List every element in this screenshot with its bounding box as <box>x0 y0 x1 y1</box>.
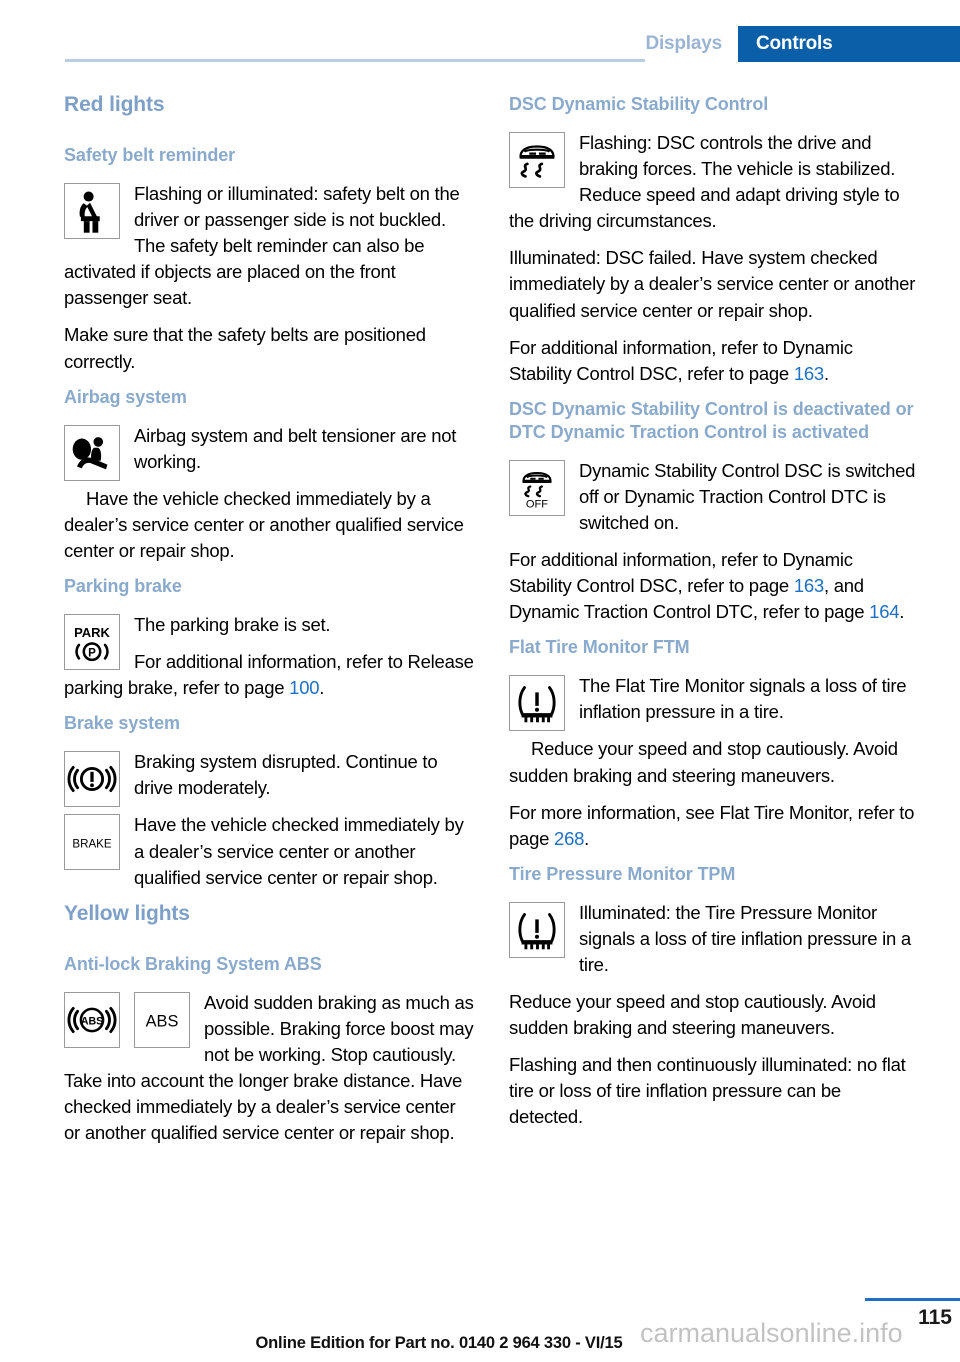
left-column: Red lights Safety belt reminder Flashing… <box>64 93 474 1157</box>
subsection-heading-ftm: Flat Tire Monitor FTM <box>509 637 690 658</box>
dsc-off-paragraph-1: Dynamic Stability Control DSC is switche… <box>579 459 916 533</box>
brake-system-block: Braking system disrupted. Continue to dr… <box>64 749 474 901</box>
subsection-heading-safety-belt: Safety belt reminder <box>64 145 236 165</box>
tpm-paragraph-3: Flashing and then continuously illuminat… <box>509 1054 906 1128</box>
subsection-heading-parking-brake: Parking brake <box>64 576 182 596</box>
tab-controls[interactable]: Controls <box>738 26 960 62</box>
abs-circle-icon: ABS <box>64 991 120 1048</box>
footer-divider-rule <box>865 1298 960 1301</box>
page-ref-164[interactable]: 164 <box>869 601 899 622</box>
dsc-paragraph-3: For additional information, refer to Dyn… <box>509 335 919 387</box>
parking-brake-block: PARK P The parking brake is set. For add… <box>64 612 474 712</box>
ftm-paragraph-1: The Flat Tire Monitor signals a loss of … <box>579 675 907 723</box>
svg-text:BRAKE: BRAKE <box>72 839 111 851</box>
abs-text-icon: ABS <box>134 991 190 1048</box>
right-column: DSC Dynamic Stability Control Flashing: … <box>509 93 919 1157</box>
tab-displays[interactable]: Displays <box>645 26 738 62</box>
airbag-paragraph-2: Have the vehicle checked immediately by … <box>64 487 464 561</box>
page-ref-100[interactable]: 100 <box>289 677 319 698</box>
airbag-paragraph-1: Airbag system and belt tensioner are not… <box>134 424 457 472</box>
page-number: 115 <box>918 1306 952 1329</box>
section-heading-yellow-lights: Yellow lights <box>64 901 190 925</box>
subsection-heading-dsc-off: DSC Dynamic Stability Control is deactiv… <box>509 398 914 442</box>
subsection-heading-brake-system: Brake system <box>64 713 180 734</box>
dsc-paragraph-1: Flashing: DSC controls the drive and bra… <box>509 132 900 232</box>
page-footer: 115 Online Edition for Part no. 0140 2 9… <box>0 1272 960 1362</box>
ftm-paragraph-2: Reduce your speed and stop cautiously. A… <box>509 738 898 786</box>
page-ref-163-b[interactable]: 163 <box>794 575 824 596</box>
brake-warning-icon <box>64 751 120 808</box>
seatbelt-reminder-icon <box>64 183 120 240</box>
subsection-heading-abs: Anti-lock Braking System ABS <box>64 953 322 974</box>
page-ref-268[interactable]: 268 <box>554 828 584 849</box>
safety-belt-paragraph-1: Flashing or illuminated: safety belt on … <box>64 183 460 309</box>
subsection-heading-dsc: DSC Dynamic Stability Control <box>509 94 769 114</box>
airbag-block: Airbag system and belt tensioner are not… <box>64 423 474 575</box>
abs-paragraph-1: Avoid sudden braking as much as possible… <box>64 991 474 1144</box>
ftm-text-after: . <box>584 827 590 849</box>
dsc-text-after: . <box>823 362 829 384</box>
page-ref-163[interactable]: 163 <box>794 363 824 384</box>
svg-text:OFF: OFF <box>526 498 548 510</box>
dsc-block: Flashing: DSC controls the drive and bra… <box>509 130 919 245</box>
subsection-heading-airbag: Airbag system <box>64 386 187 407</box>
parking-brake-text-before: For additional information, refer to Rel… <box>64 651 474 699</box>
tire-pressure-warning-icon-tpm <box>509 901 565 958</box>
safety-belt-block: Flashing or illuminated: safety belt on … <box>64 181 474 322</box>
parking-brake-text-after: . <box>319 677 325 699</box>
tpm-block: Illuminated: the Tire Pressure Monitor s… <box>509 900 919 989</box>
footer-edition-note: Online Edition for Part no. 0140 2 964 3… <box>255 1334 623 1352</box>
header-tabs: Displays Controls <box>645 26 960 62</box>
header-divider-rule <box>65 59 738 62</box>
safety-belt-paragraph-2: Make sure that the safety belts are posi… <box>64 324 426 372</box>
brake-system-paragraph-2: Have the vehicle checked immediately by … <box>134 814 464 888</box>
dsc-off-block: OFF Dynamic Stability Control DSC is swi… <box>509 458 919 547</box>
page-header: Displays Controls <box>0 0 960 62</box>
svg-text:ABS: ABS <box>146 1012 179 1030</box>
dsc-off-text-after: . <box>899 601 905 623</box>
subsection-heading-tpm: Tire Pressure Monitor TPM <box>509 863 736 884</box>
dsc-paragraph-2: Illuminated: DSC failed. Have system che… <box>509 247 916 321</box>
dsc-off-icon: OFF <box>509 459 565 516</box>
svg-text:ABS: ABS <box>81 1015 103 1027</box>
section-heading-red-lights: Red lights <box>64 93 165 116</box>
ftm-block: The Flat Tire Monitor signals a loss of … <box>509 673 919 799</box>
dsc-off-paragraph-2: For additional information, refer to Dyn… <box>509 547 919 625</box>
abs-block: ABS ABS Avoid sudden braking as much as … <box>64 990 474 1157</box>
dsc-car-skid-icon <box>509 132 565 189</box>
ftm-paragraph-3: For more information, see Flat Tire Moni… <box>509 800 919 852</box>
content-columns: Red lights Safety belt reminder Flashing… <box>0 93 960 1157</box>
tpm-paragraph-2: Reduce your speed and stop cautiously. A… <box>509 991 876 1039</box>
tire-pressure-warning-icon <box>509 675 565 732</box>
svg-text:PARK: PARK <box>74 625 110 640</box>
parking-brake-icon: PARK P <box>64 614 120 671</box>
airbag-system-icon <box>64 424 120 481</box>
brake-text-icon: BRAKE <box>64 814 120 871</box>
parking-brake-paragraph-1: The parking brake is set. <box>134 614 331 636</box>
brake-system-paragraph-1: Braking system disrupted. Continue to dr… <box>134 751 438 799</box>
tpm-paragraph-1: Illuminated: the Tire Pressure Monitor s… <box>579 901 911 975</box>
parking-brake-paragraph-2: For additional information, refer to Rel… <box>64 649 474 701</box>
svg-text:P: P <box>88 647 96 659</box>
